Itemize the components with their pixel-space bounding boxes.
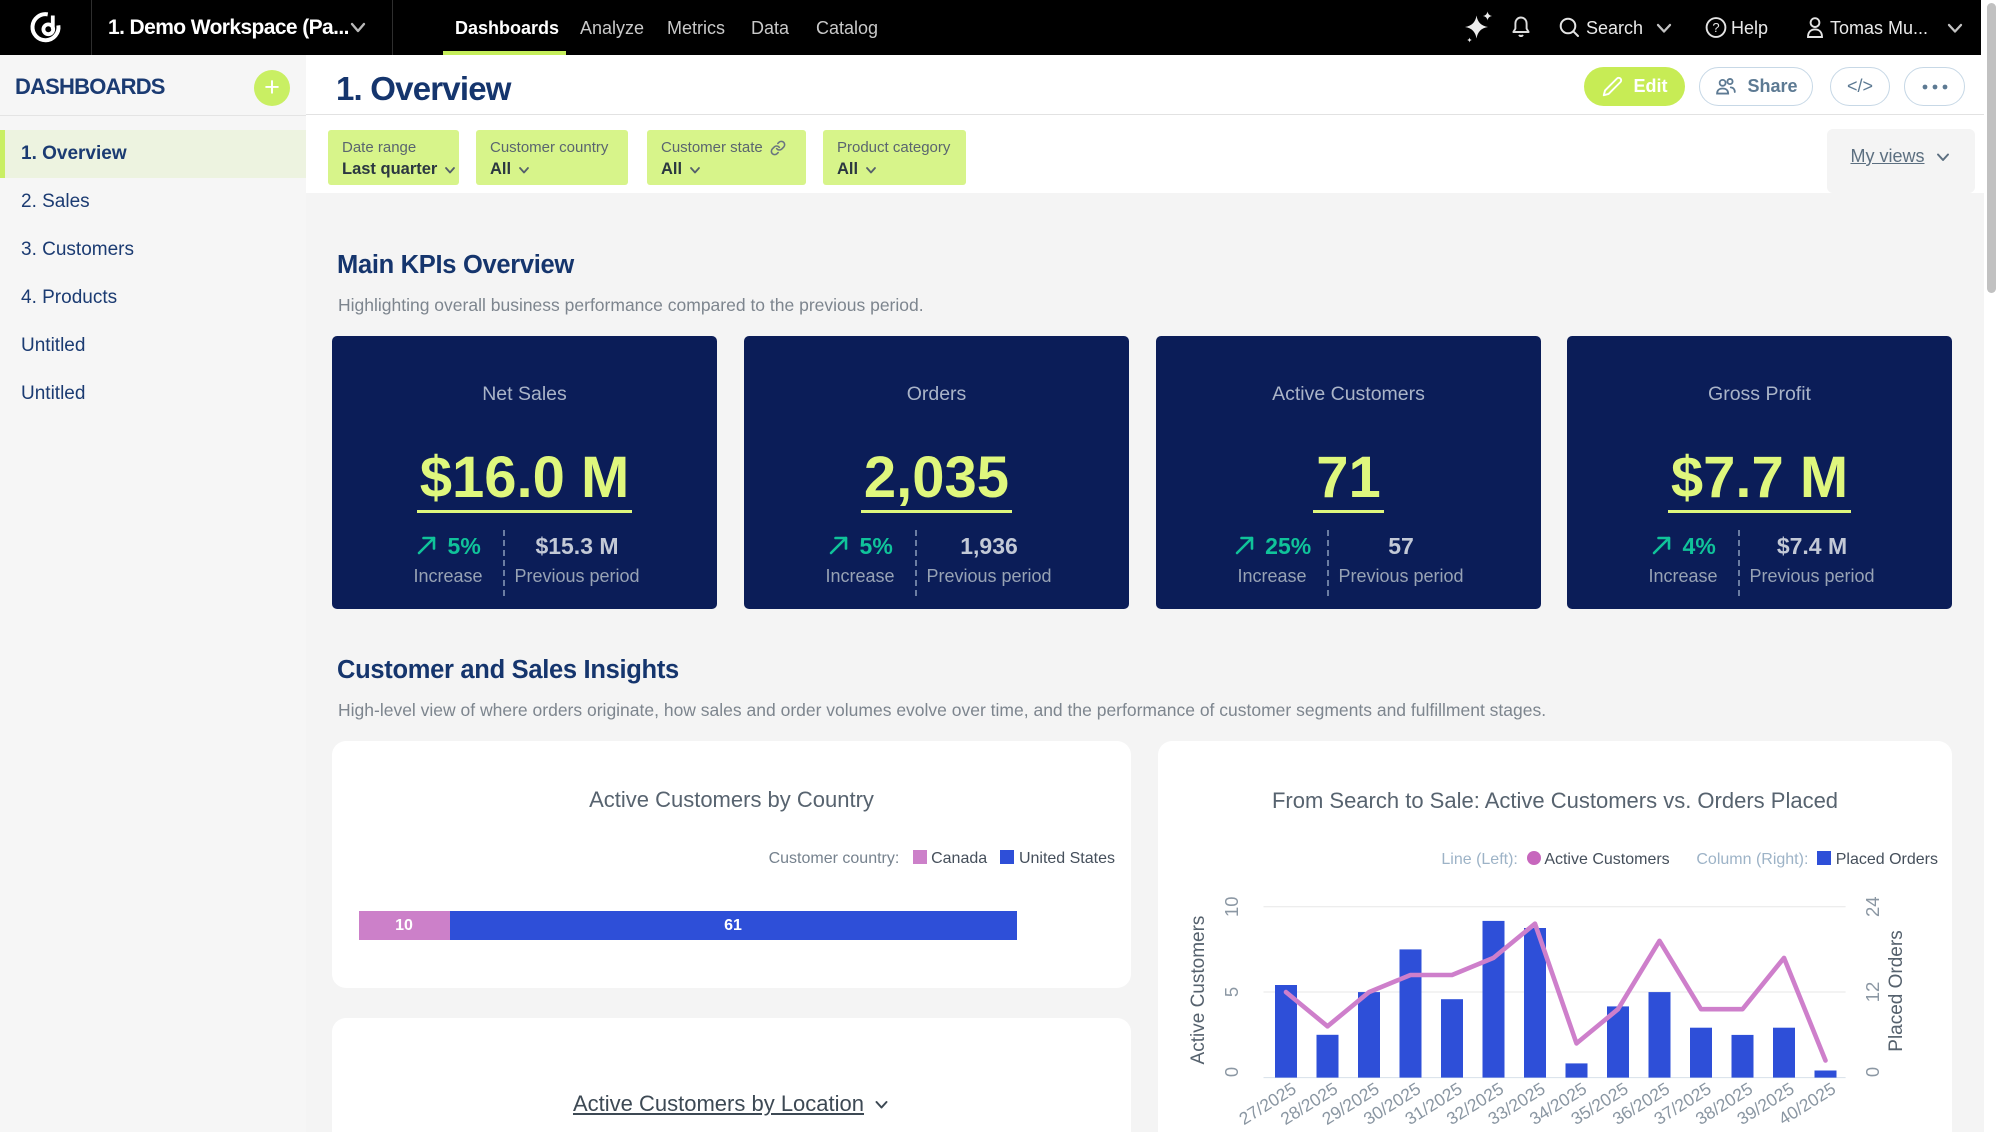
svg-text:0: 0 — [1221, 1067, 1242, 1077]
svg-text:?: ? — [1712, 20, 1719, 35]
svg-text:10: 10 — [1221, 896, 1242, 917]
svg-text:Active Customers: Active Customers — [1188, 916, 1209, 1065]
svg-text:5: 5 — [1221, 987, 1242, 997]
svg-text:0: 0 — [1862, 1067, 1883, 1077]
svg-text:Placed Orders: Placed Orders — [1886, 930, 1907, 1051]
svg-text:24: 24 — [1862, 896, 1883, 917]
svg-text:12: 12 — [1862, 982, 1883, 1003]
